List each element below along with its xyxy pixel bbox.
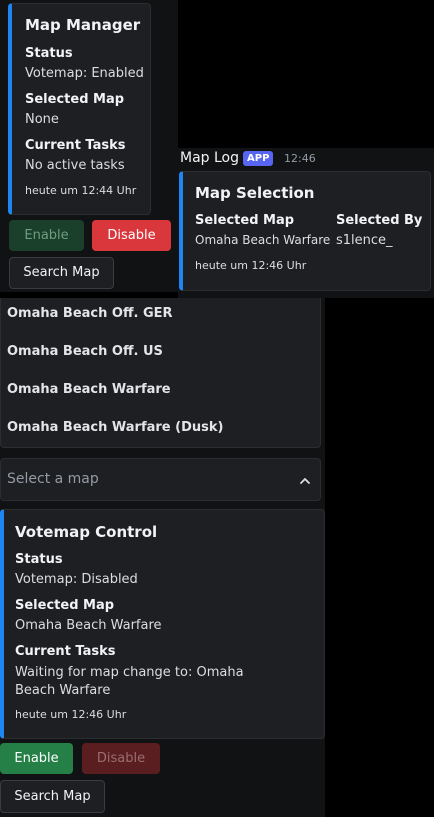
- selected-map-label: Selected Map: [25, 92, 125, 107]
- enable-button[interactable]: Enable: [9, 220, 84, 251]
- dropdown-menu: Omaha Beach Off. GER Omaha Beach Off. US…: [0, 298, 321, 448]
- search-map-button[interactable]: Search Map: [0, 780, 105, 813]
- selected-by-value: s1lence_: [336, 233, 393, 248]
- enable-button[interactable]: Enable: [0, 743, 73, 774]
- status-value: Votemap: Enabled: [25, 66, 144, 81]
- card-title: Votemap Control: [15, 523, 158, 541]
- tasks-label: Current Tasks: [25, 138, 126, 153]
- map-manager-card: Map Manager Status Votemap: Enabled Sele…: [8, 3, 151, 215]
- status-label: Status: [15, 552, 63, 567]
- tasks-value: No active tasks: [25, 158, 125, 173]
- disable-button[interactable]: Disable: [82, 743, 160, 774]
- map-select[interactable]: Select a map: [0, 458, 321, 501]
- selected-map-value: None: [25, 112, 59, 127]
- log-time: 12:46: [284, 152, 316, 165]
- timestamp: heute um 12:46 Uhr: [195, 259, 307, 272]
- tasks-value: Waiting for map change to: Omaha Beach W…: [15, 665, 244, 698]
- dropdown-option[interactable]: Omaha Beach Warfare (Dusk): [7, 420, 223, 435]
- tasks-label: Current Tasks: [15, 644, 116, 659]
- map-selection-card: Map Selection Selected Map Omaha Beach W…: [179, 171, 431, 291]
- dropdown-option[interactable]: Omaha Beach Warfare: [7, 382, 171, 397]
- select-placeholder: Select a map: [7, 471, 99, 487]
- selected-map-value: Omaha Beach Warfare: [195, 233, 331, 247]
- selected-map-value: Omaha Beach Warfare: [15, 618, 162, 633]
- disable-button[interactable]: Disable: [92, 220, 171, 251]
- app-badge: APP: [243, 151, 274, 166]
- dropdown-option[interactable]: Omaha Beach Off. GER: [7, 306, 173, 321]
- timestamp: heute um 12:44 Uhr: [25, 184, 137, 197]
- status-value: Votemap: Disabled: [15, 572, 138, 587]
- selected-map-label: Selected Map: [195, 213, 295, 228]
- selected-by-label: Selected By: [336, 213, 423, 228]
- votemap-control-card: Votemap Control Status Votemap: Disabled…: [0, 509, 325, 739]
- timestamp: heute um 12:46 Uhr: [15, 708, 127, 721]
- card-title: Map Manager: [25, 16, 141, 34]
- chevron-up-icon: [298, 473, 312, 487]
- selected-map-label: Selected Map: [15, 598, 115, 613]
- status-label: Status: [25, 46, 73, 61]
- search-map-button[interactable]: Search Map: [9, 257, 114, 289]
- log-author[interactable]: Map Log: [180, 150, 239, 166]
- embed-title: Map Selection: [195, 184, 315, 202]
- dropdown-option[interactable]: Omaha Beach Off. US: [7, 344, 163, 359]
